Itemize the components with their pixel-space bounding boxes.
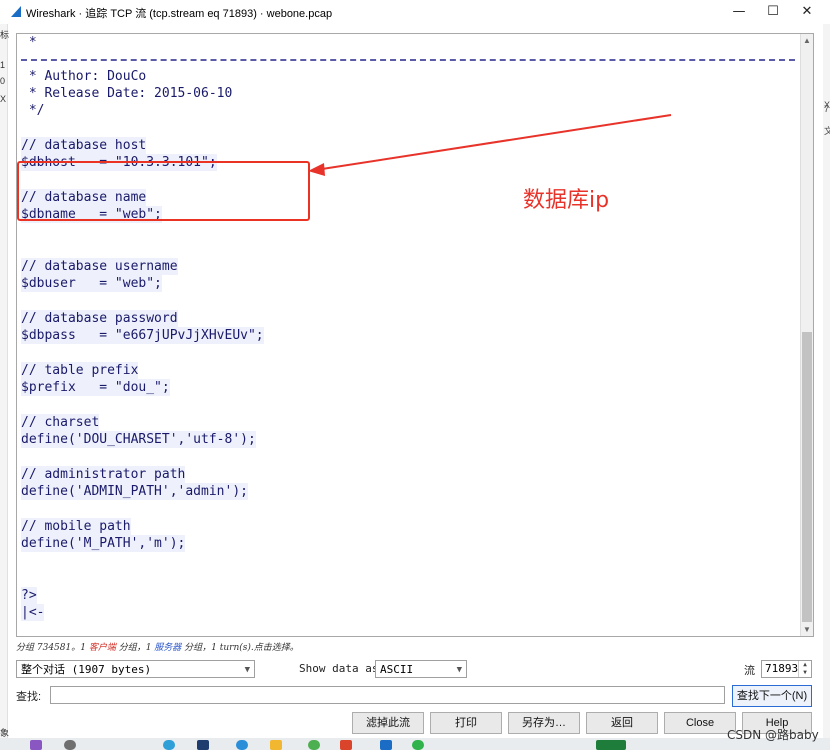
conversation-select[interactable]: 整个对话 (1907 bytes) ▼ bbox=[16, 660, 255, 678]
print-button[interactable]: 打印 bbox=[430, 712, 502, 734]
taskbar-app-icon[interactable] bbox=[30, 740, 42, 750]
stream-line: define('DOU_CHARSET','utf-8'); bbox=[21, 431, 256, 448]
stream-line: // database password bbox=[21, 310, 178, 327]
status-server[interactable]: 服务器 bbox=[154, 643, 181, 653]
show-data-as-value: ASCII bbox=[380, 663, 414, 676]
scroll-up-icon[interactable]: ▲ bbox=[801, 36, 813, 45]
minimize-button[interactable]: — bbox=[722, 2, 756, 22]
stream-line: // mobile path bbox=[21, 518, 131, 535]
stream-number-stepper[interactable]: 71893 ▲ ▼ bbox=[761, 660, 812, 678]
window-titlebar: Wireshark · 追踪 TCP 流 (tcp.stream eq 7189… bbox=[0, 0, 830, 24]
find-input-value bbox=[51, 691, 54, 703]
save-as-button[interactable]: 另存为… bbox=[508, 712, 580, 734]
stream-line: // database host bbox=[21, 137, 147, 154]
left-edge-char: 1 bbox=[0, 60, 6, 70]
show-data-as-label: Show data as bbox=[299, 662, 379, 675]
left-edge-char: 0 bbox=[0, 76, 6, 86]
chevron-down-icon: ▼ bbox=[456, 665, 462, 675]
stream-label: 流 bbox=[744, 665, 755, 677]
right-edge-char: 文 bbox=[824, 126, 830, 136]
taskbar-app-icon[interactable] bbox=[236, 740, 248, 750]
stream-line: // table prefix bbox=[21, 362, 139, 379]
maximize-button[interactable]: ☐ bbox=[756, 2, 790, 22]
stream-status[interactable]: 分组 734581。1 客户端 分组，1 服务器 分组，1 turn(s).点击… bbox=[16, 640, 299, 653]
taskbar-app-icon[interactable] bbox=[163, 740, 175, 750]
scrollbar-thumb[interactable] bbox=[802, 332, 812, 622]
stream-line: $dbuser = "web"; bbox=[21, 275, 162, 292]
find-input[interactable] bbox=[50, 686, 725, 704]
taskbar-app-icon[interactable] bbox=[340, 740, 352, 750]
stream-line: // charset bbox=[21, 414, 100, 431]
chevron-down-icon: ▼ bbox=[244, 665, 250, 675]
stream-line: |<- bbox=[21, 604, 45, 621]
wireshark-fin-icon bbox=[11, 6, 21, 17]
stream-text-pane[interactable]: * * Author: DouCo * Release Date: 2015-0… bbox=[16, 33, 814, 637]
background-window-right: X 7 文 bbox=[823, 24, 830, 750]
status-suffix: 分组，1 turn(s).点击选择。 bbox=[181, 643, 299, 653]
scroll-down-icon[interactable]: ▼ bbox=[801, 625, 813, 634]
right-edge-char: 7 bbox=[824, 104, 830, 114]
annotation-label: 数据库ip bbox=[523, 188, 610, 213]
show-data-as-select[interactable]: ASCII ▼ bbox=[375, 660, 467, 678]
left-edge-char: 标 bbox=[0, 30, 10, 40]
stream-line: // administrator path bbox=[21, 466, 186, 483]
taskbar-app-icon[interactable] bbox=[412, 740, 424, 750]
stream-line: $prefix = "dou_"; bbox=[21, 379, 170, 396]
status-prefix: 分组 734581。1 bbox=[16, 643, 89, 653]
stream-line: */ bbox=[21, 103, 45, 118]
back-button[interactable]: 返回 bbox=[586, 712, 658, 734]
taskbar-app-icon[interactable] bbox=[596, 740, 626, 750]
separator-line bbox=[21, 59, 795, 61]
close-window-button[interactable]: ✕ bbox=[790, 2, 824, 22]
close-button[interactable]: Close bbox=[664, 712, 736, 734]
background-window-left: 标 1 0 X 象 bbox=[0, 24, 10, 750]
conversation-select-value: 整个对话 (1907 bytes) bbox=[21, 663, 152, 676]
status-client[interactable]: 客户端 bbox=[89, 643, 116, 653]
watermark: CSDN @路baby bbox=[727, 728, 819, 742]
stepper-arrows-icon[interactable]: ▲ ▼ bbox=[798, 661, 811, 677]
stream-line: * Author: DouCo bbox=[21, 69, 147, 84]
search-icon[interactable] bbox=[64, 740, 76, 750]
highlight-box bbox=[17, 161, 310, 221]
status-middle: 分组，1 bbox=[115, 643, 155, 653]
taskbar-app-icon[interactable] bbox=[197, 740, 209, 750]
find-label: 查找: bbox=[16, 691, 42, 703]
vertical-scrollbar[interactable]: ▲ ▼ bbox=[800, 34, 813, 636]
stream-line: define('M_PATH','m'); bbox=[21, 535, 186, 552]
stream-line: define('ADMIN_PATH','admin'); bbox=[21, 483, 248, 500]
stream-number-value: 71893 bbox=[765, 662, 799, 675]
stream-line: $dbpass = "e667jUPvJjXHvEUv"; bbox=[21, 327, 264, 344]
find-next-button[interactable]: 查找下一个(N) bbox=[732, 685, 812, 707]
folder-icon[interactable] bbox=[270, 740, 282, 750]
stream-line: * Release Date: 2015-06-10 bbox=[21, 86, 233, 101]
stream-line: // database username bbox=[21, 258, 178, 275]
stream-line: ?> bbox=[21, 587, 37, 604]
window-title: Wireshark · 追踪 TCP 流 (tcp.stream eq 7189… bbox=[26, 8, 333, 20]
left-edge-char: X bbox=[0, 94, 7, 104]
stream-line: * bbox=[21, 35, 37, 50]
taskbar-app-icon[interactable] bbox=[308, 740, 320, 750]
wireshark-fin-icon[interactable] bbox=[380, 740, 392, 750]
filter-out-button[interactable]: 滤掉此流 bbox=[352, 712, 424, 734]
